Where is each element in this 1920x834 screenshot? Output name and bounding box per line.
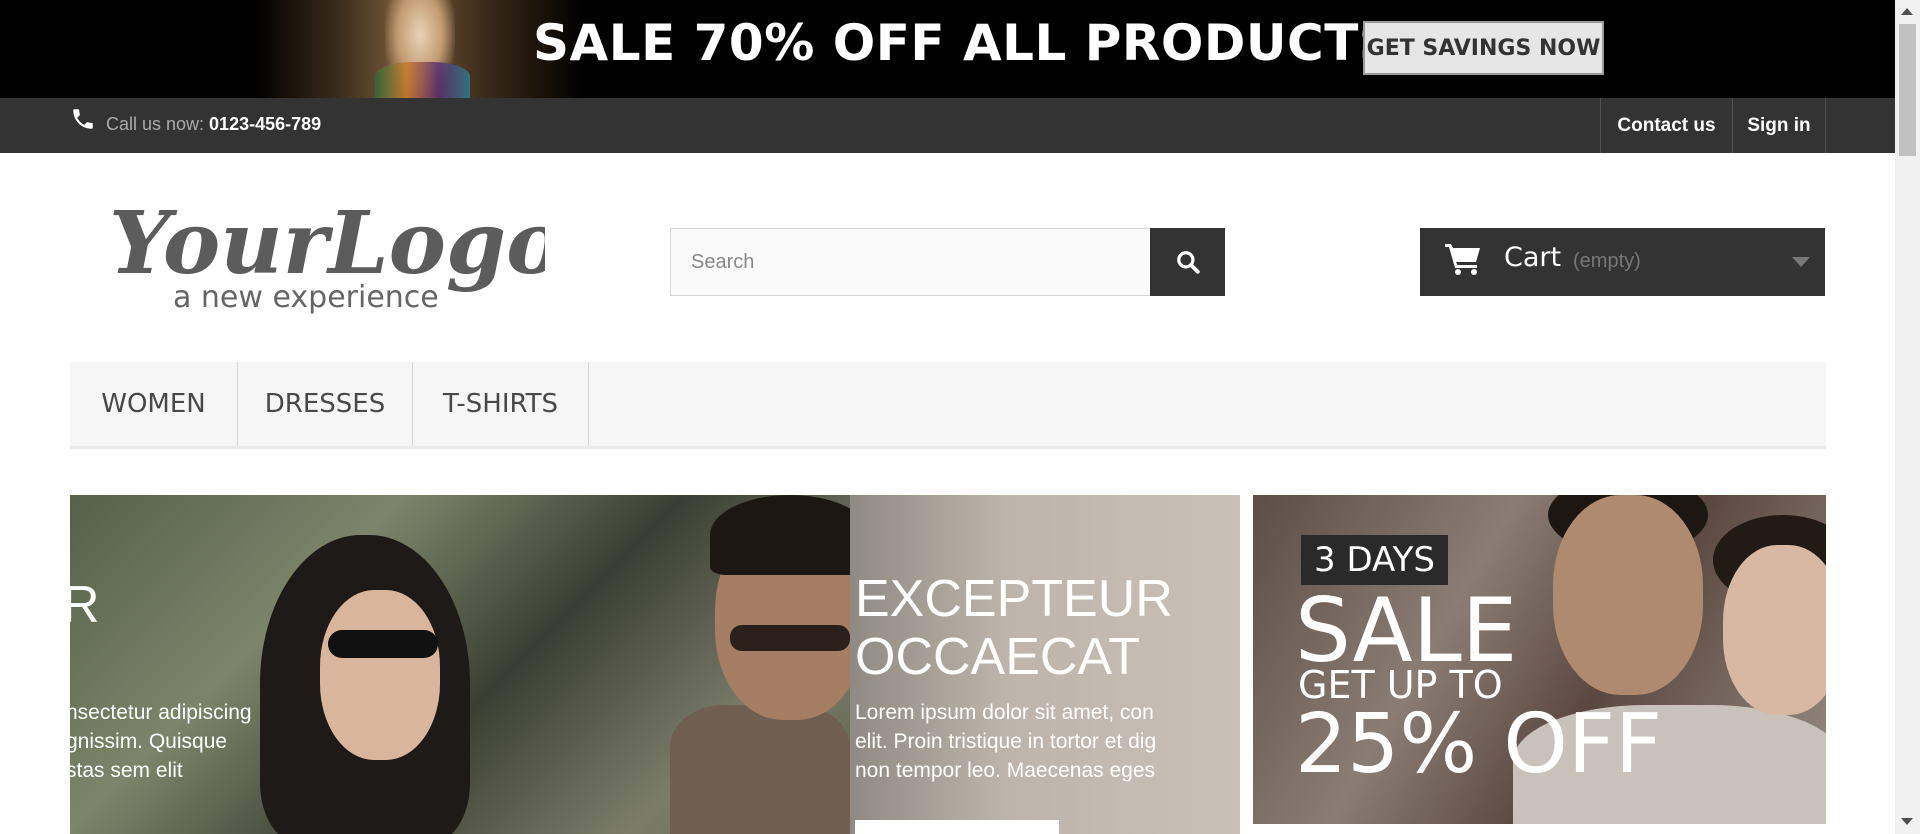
slide-woman-face	[320, 590, 440, 760]
promo-model-scarf	[375, 62, 470, 98]
sale-promo-banner[interactable]: 3 DAYS SALE GET UP TO 25% OFF	[1253, 495, 1826, 824]
slide-body-text: Lorem ipsum dolor sit amet, con elit. Pr…	[855, 698, 1156, 785]
slide-heading-line: OCCAECAT	[855, 628, 1141, 686]
slide-woman-sunglasses	[328, 630, 438, 658]
promo-woman-face	[1723, 545, 1826, 715]
slide-body-line: Lorem ipsum dolor sit amet, con	[855, 701, 1154, 724]
menu-item-women[interactable]: WOMEN	[70, 362, 238, 446]
slide-heading: EXCEPTEUR OCCAECAT	[855, 570, 1173, 686]
cart-label: Cart	[1504, 242, 1562, 273]
search-input[interactable]: Search	[670, 228, 1151, 296]
scrollbar-thumb[interactable]	[1899, 24, 1916, 156]
call-us-label: Call us now:	[106, 114, 210, 134]
menu-item-t-shirts[interactable]: T-SHIRTS	[413, 362, 589, 446]
promo-banner-text: SALE 70% OFF ALL PRODUCTS	[533, 14, 1396, 72]
slide-body-line: non tempor leo. Maecenas eges	[855, 759, 1156, 782]
site-logo[interactable]: YourLogo a new experience	[105, 185, 545, 315]
promo-man-face	[1553, 495, 1703, 695]
slide-heading-line: EXCEPTEUR	[855, 570, 1173, 628]
search-button[interactable]	[1150, 228, 1225, 296]
cart-button[interactable]: Cart (empty)	[1420, 228, 1825, 296]
slide-man-hair	[710, 495, 870, 575]
logo-text: YourLogo	[109, 193, 545, 294]
scroll-down-icon[interactable]	[1901, 818, 1913, 825]
cart-icon	[1445, 244, 1480, 275]
three-days-badge: 3 DAYS	[1301, 535, 1448, 585]
phone-number: 0123-456-789	[209, 114, 322, 134]
slide-partial-line: gnissim. Quisque	[70, 730, 228, 753]
slide-partial-line: nsectetur adipiscing	[70, 701, 252, 724]
phone-icon	[73, 109, 93, 129]
slide-partial-line: stas sem elit	[70, 759, 183, 782]
slide-shop-button[interactable]	[855, 820, 1059, 834]
discount-text: 25% OFF	[1295, 697, 1663, 792]
category-menu: WOMEN DRESSES T-SHIRTS	[70, 362, 1826, 449]
promo-banner[interactable]: SALE 70% OFF ALL PRODUCTS GET SAVINGS NO…	[0, 0, 1895, 98]
menu-item-dresses[interactable]: DRESSES	[238, 362, 413, 446]
contact-us-link[interactable]: Contact us	[1600, 98, 1732, 153]
call-us-text: Call us now: 0123-456-789	[106, 114, 321, 135]
search-icon	[1176, 251, 1200, 274]
cart-status: (empty)	[1573, 250, 1641, 272]
sign-in-link[interactable]: Sign in	[1732, 98, 1826, 153]
slide-body-line: elit. Proin tristique in tortor et dig	[855, 730, 1157, 753]
slide-partial-heading: R	[70, 576, 100, 634]
slider-gap	[1240, 495, 1252, 834]
slide-partial-text: nsectetur adipiscing gnissim. Quisque st…	[70, 698, 252, 785]
sale-heading: SALE	[1295, 579, 1518, 682]
scroll-up-icon[interactable]	[1901, 8, 1913, 15]
logo-tagline: a new experience	[173, 280, 439, 315]
chevron-down-icon	[1792, 257, 1810, 267]
slide-man-body	[670, 705, 850, 834]
slide-man-sunglasses	[730, 625, 850, 651]
get-savings-button[interactable]: GET SAVINGS NOW	[1363, 21, 1604, 75]
